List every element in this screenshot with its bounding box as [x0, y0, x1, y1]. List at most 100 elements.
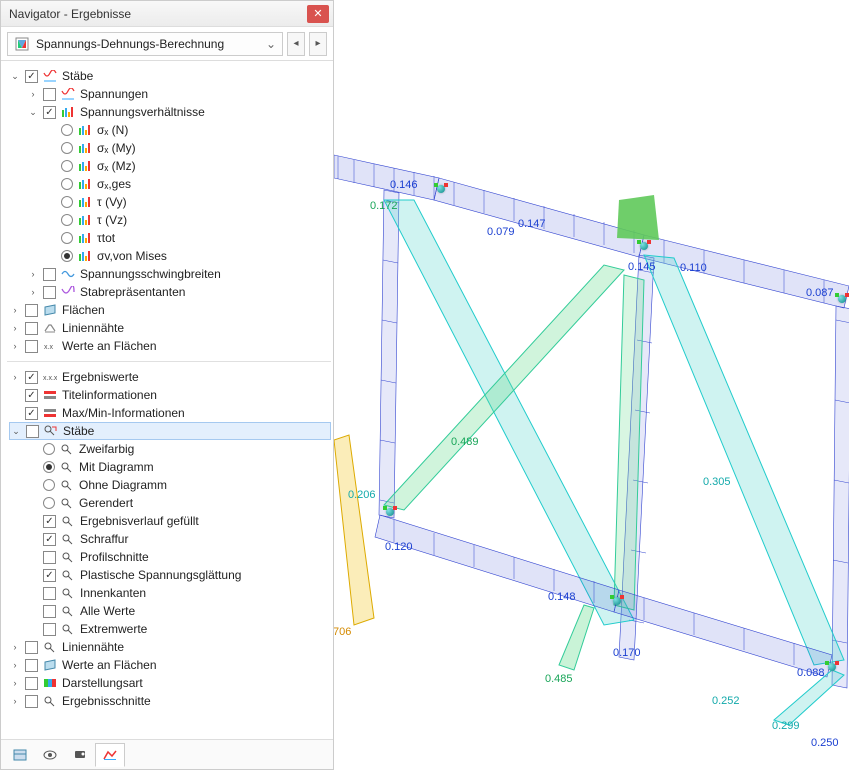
prev-addon-button[interactable]: ◂	[287, 32, 305, 56]
radio[interactable]	[61, 178, 73, 190]
tree-item-sigma-mz[interactable]: σₓ (Mz)	[45, 157, 331, 175]
tree-label: Zweifarbig	[79, 442, 134, 456]
radio[interactable]	[61, 160, 73, 172]
collapse-icon[interactable]: ⌄	[9, 70, 21, 82]
tree-item-spannungsverhaeltnisse[interactable]: ⌄ Spannungsverhältnisse	[27, 103, 331, 121]
checkbox[interactable]	[25, 659, 38, 672]
addon-dropdown[interactable]: Spannungs-Dehnungs-Berechnung ⌄	[7, 32, 283, 56]
tree-item-darstellungsart[interactable]: ›Darstellungsart	[9, 674, 331, 692]
expand-icon[interactable]: ›	[27, 268, 39, 280]
checkbox[interactable]	[43, 88, 56, 101]
checkbox[interactable]	[25, 389, 38, 402]
expand-icon[interactable]: ›	[9, 304, 21, 316]
checkbox[interactable]	[25, 407, 38, 420]
tree-item-tau-vy[interactable]: τ (Vy)	[45, 193, 331, 211]
member-icon	[42, 69, 58, 83]
tree-item-schwingbreiten[interactable]: › Spannungsschwingbreiten	[27, 265, 331, 283]
tree-item-alle-werte[interactable]: Alle Werte	[27, 602, 331, 620]
expand-icon[interactable]: ›	[9, 340, 21, 352]
radio[interactable]	[61, 142, 73, 154]
tree-item-titel[interactable]: Titelinformationen	[9, 386, 331, 404]
radio[interactable]	[43, 497, 55, 509]
checkbox[interactable]	[25, 70, 38, 83]
radio[interactable]	[43, 443, 55, 455]
tree-item-display-liniennaehte[interactable]: ›Liniennähte	[9, 638, 331, 656]
expand-icon[interactable]: ›	[9, 371, 21, 383]
tree-item-extremwerte[interactable]: Extremwerte	[27, 620, 331, 638]
lineweld-icon	[42, 321, 58, 335]
tree-item-tau-vz[interactable]: τ (Vz)	[45, 211, 331, 229]
radio[interactable]	[61, 250, 73, 262]
tree-item-sigma-ges[interactable]: σₓ,ges	[45, 175, 331, 193]
expand-icon[interactable]: ›	[9, 659, 21, 671]
close-button[interactable]: ✕	[307, 5, 329, 23]
checkbox[interactable]	[25, 340, 38, 353]
tree-item-innenkanten[interactable]: Innenkanten	[27, 584, 331, 602]
checkbox[interactable]	[43, 106, 56, 119]
tree-item-display-staebe[interactable]: ⌄ Stäbe	[9, 422, 331, 440]
radio[interactable]	[61, 196, 73, 208]
checkbox[interactable]	[25, 322, 38, 335]
expand-icon[interactable]: ›	[9, 641, 21, 653]
tree-item-gerendert[interactable]: Gerendert	[27, 494, 331, 512]
tree-item-tau-tot[interactable]: τtot	[45, 229, 331, 247]
tree-item-spannungen[interactable]: › Spannungen	[27, 85, 331, 103]
expand-icon[interactable]: ›	[27, 286, 39, 298]
tree-item-mit-diagramm[interactable]: Mit Diagramm	[27, 458, 331, 476]
radio[interactable]	[43, 461, 55, 473]
expand-icon[interactable]: ›	[27, 88, 39, 100]
tree-item-ergebnisschnitte[interactable]: ›Ergebnisschnitte	[9, 692, 331, 710]
tree-item-sigma-mises[interactable]: σv,von Mises	[45, 247, 331, 265]
checkbox[interactable]	[25, 304, 38, 317]
tree-item-profilschnitte[interactable]: Profilschnitte	[27, 548, 331, 566]
model-viewport[interactable]: 0.1460.1720.0790.1470.1450.1100.0870.305…	[334, 0, 849, 770]
radio[interactable]	[61, 124, 73, 136]
checkbox[interactable]	[43, 286, 56, 299]
checkbox[interactable]	[43, 623, 56, 636]
checkbox[interactable]	[43, 268, 56, 281]
tree-item-maxmin[interactable]: Max/Min-Informationen	[9, 404, 331, 422]
tree-item-ergebnisverlauf[interactable]: Ergebnisverlauf gefüllt	[27, 512, 331, 530]
expand-icon[interactable]: ›	[9, 695, 21, 707]
tree-item-plastische[interactable]: Plastische Spannungsglättung	[27, 566, 331, 584]
tree-item-zweifarbig[interactable]: Zweifarbig	[27, 440, 331, 458]
tree-item-liniennaehte[interactable]: ›Liniennähte	[9, 319, 331, 337]
tree-label: Ergebniswerte	[62, 370, 139, 384]
tree-item-ergebniswerte[interactable]: ›x.x.xErgebniswerte	[9, 368, 331, 386]
checkbox[interactable]	[25, 677, 38, 690]
checkbox[interactable]	[43, 515, 56, 528]
tree-item-sigma-my[interactable]: σₓ (My)	[45, 139, 331, 157]
tree-item-sigma-n[interactable]: σₓ (N)	[45, 121, 331, 139]
checkbox[interactable]	[43, 551, 56, 564]
radio[interactable]	[61, 214, 73, 226]
checkbox[interactable]	[43, 569, 56, 582]
tab-views-button[interactable]	[65, 743, 95, 767]
checkbox[interactable]	[43, 587, 56, 600]
checkbox[interactable]	[43, 605, 56, 618]
tree-item-staebe[interactable]: ⌄ Stäbe	[9, 67, 331, 85]
tree-item-ohne-diagramm[interactable]: Ohne Diagramm	[27, 476, 331, 494]
tree-item-werte-flaechen[interactable]: ›x.xWerte an Flächen	[9, 337, 331, 355]
tree-item-flaechen[interactable]: ›Flächen	[9, 301, 331, 319]
expand-icon[interactable]: ›	[9, 322, 21, 334]
expand-icon[interactable]: ›	[9, 677, 21, 689]
ratio-icon	[77, 159, 93, 173]
checkbox[interactable]	[25, 371, 38, 384]
next-addon-button[interactable]: ▸	[309, 32, 327, 56]
tree-item-display-werte-flaechen[interactable]: ›Werte an Flächen	[9, 656, 331, 674]
checkbox[interactable]	[25, 641, 38, 654]
checkbox[interactable]	[26, 425, 39, 438]
collapse-icon[interactable]: ⌄	[10, 425, 22, 437]
tab-results-button[interactable]	[95, 743, 125, 767]
tab-data-button[interactable]	[5, 743, 35, 767]
tree-item-stabrepraesentanten[interactable]: › Stabrepräsentanten	[27, 283, 331, 301]
settings-icon	[59, 496, 75, 510]
radio[interactable]	[61, 232, 73, 244]
collapse-icon[interactable]: ⌄	[27, 106, 39, 118]
checkbox[interactable]	[43, 533, 56, 546]
checkbox[interactable]	[25, 695, 38, 708]
tree-item-schraffur[interactable]: Schraffur	[27, 530, 331, 548]
radio[interactable]	[43, 479, 55, 491]
navigator-tree[interactable]: ⌄ Stäbe › Spannungen	[1, 61, 333, 739]
tab-display-button[interactable]	[35, 743, 65, 767]
